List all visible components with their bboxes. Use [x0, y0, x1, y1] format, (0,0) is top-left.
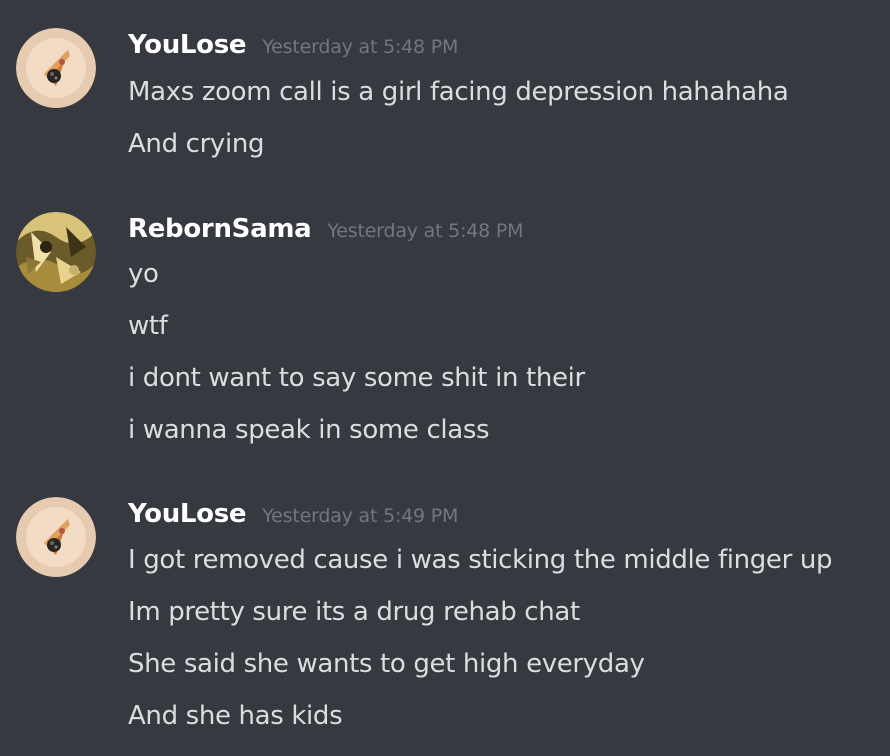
username[interactable]: RebornSama	[128, 214, 312, 244]
username[interactable]: YouLose	[128, 499, 247, 529]
avatar[interactable]	[16, 212, 96, 292]
message-text: Maxs zoom call is a girl facing depressi…	[128, 77, 789, 107]
message-text: i wanna speak in some class	[128, 415, 490, 445]
timestamp: Yesterday at 5:49 PM	[262, 505, 459, 527]
message-header: YouLose Yesterday at 5:48 PM	[128, 30, 458, 64]
message-text: yo	[128, 259, 159, 289]
pizza-avatar-icon	[16, 28, 96, 108]
message-text: And she has kids	[128, 701, 343, 731]
message-text: And crying	[128, 129, 265, 159]
message-text: wtf	[128, 311, 168, 341]
message-text: I got removed cause i was sticking the m…	[128, 545, 833, 575]
message-header: RebornSama Yesterday at 5:48 PM	[128, 214, 524, 248]
message-text: i dont want to say some shit in their	[128, 363, 585, 393]
abstract-avatar-icon	[16, 212, 96, 292]
pizza-avatar-icon	[16, 497, 96, 577]
avatar[interactable]	[16, 497, 96, 577]
message-header: YouLose Yesterday at 5:49 PM	[128, 499, 458, 533]
message-text: Im pretty sure its a drug rehab chat	[128, 597, 580, 627]
message-text: She said she wants to get high everyday	[128, 649, 645, 679]
timestamp: Yesterday at 5:48 PM	[327, 220, 524, 242]
avatar[interactable]	[16, 28, 96, 108]
username[interactable]: YouLose	[128, 30, 247, 60]
chat-messages: YouLose Yesterday at 5:48 PM Maxs zoom c…	[0, 0, 890, 756]
timestamp: Yesterday at 5:48 PM	[262, 36, 459, 58]
